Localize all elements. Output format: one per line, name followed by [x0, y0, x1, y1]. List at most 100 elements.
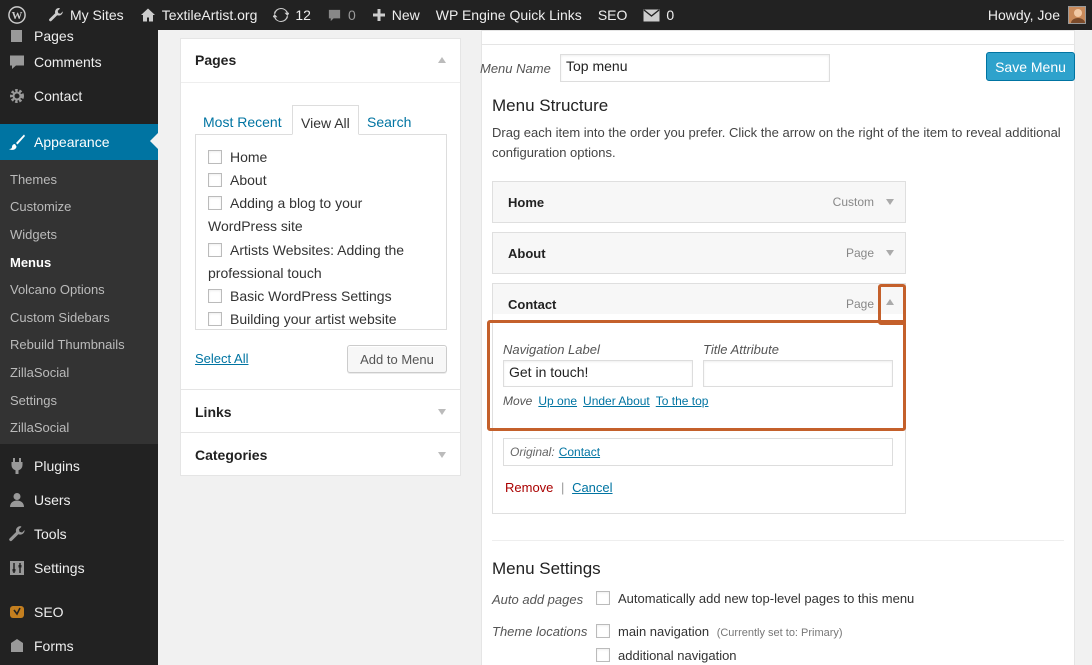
- admin-sidebar: Pages Comments Contact Appearance Themes…: [0, 27, 158, 665]
- sidebar-item-label: Appearance: [34, 134, 110, 150]
- remove-link[interactable]: Remove: [505, 480, 553, 495]
- submenu-item-widgets[interactable]: Widgets: [10, 227, 57, 242]
- menu-name-input[interactable]: Top menu: [560, 54, 830, 82]
- page-item-label: About: [230, 172, 267, 188]
- sidebar-item-label: Forms: [34, 638, 74, 654]
- submenu-item-custom-sidebars[interactable]: Custom Sidebars: [10, 310, 110, 325]
- submenu-item-rebuild-thumbnails[interactable]: Rebuild Thumbnails: [10, 337, 125, 352]
- tab-view-all[interactable]: View All: [292, 105, 359, 135]
- original-link[interactable]: Contact: [559, 445, 600, 459]
- save-menu-button[interactable]: Save Menu: [986, 52, 1075, 81]
- checkbox-about[interactable]: [208, 173, 222, 187]
- wordpress-logo[interactable]: W: [0, 0, 40, 30]
- updates-menu[interactable]: 12: [265, 0, 319, 30]
- updates-icon: [273, 8, 290, 22]
- list-item: Home: [208, 146, 433, 169]
- admin-bar: W My Sites TextileArtist.org 12 0 New WP…: [0, 0, 1092, 30]
- checkbox-building-your-artist-website[interactable]: [208, 312, 222, 326]
- expand-arrow-icon[interactable]: [438, 452, 446, 458]
- menu-item-about[interactable]: About Page: [492, 232, 906, 274]
- gear-icon: [10, 89, 24, 103]
- site-name-menu[interactable]: TextileArtist.org: [132, 0, 266, 30]
- expand-arrow-icon[interactable]: [438, 409, 446, 415]
- appearance-submenu: Themes Customize Widgets Menus Volcano O…: [0, 160, 158, 444]
- menu-name-label: Menu Name: [480, 61, 551, 76]
- annotation-highlight-fields: [487, 320, 906, 431]
- menu-item-home[interactable]: Home Custom: [492, 181, 906, 223]
- messages-menu[interactable]: 0: [635, 0, 682, 30]
- checkbox-basic-wordpress-settings[interactable]: [208, 289, 222, 303]
- sidebar-item-users[interactable]: Users: [0, 483, 158, 517]
- updates-count: 12: [295, 7, 311, 23]
- wp-engine-menu[interactable]: WP Engine Quick Links: [428, 0, 590, 30]
- pages-tabs: Most Recent View All Search: [195, 105, 447, 135]
- new-content-menu[interactable]: New: [364, 0, 428, 30]
- checkbox-adding-a-blog[interactable]: [208, 196, 222, 210]
- sidebar-item-forms[interactable]: Forms: [0, 629, 158, 663]
- add-to-menu-button[interactable]: Add to Menu: [347, 345, 447, 373]
- sidebar-item-label: Settings: [34, 560, 85, 576]
- submenu-item-customize[interactable]: Customize: [10, 199, 71, 214]
- submenu-item-themes[interactable]: Themes: [10, 172, 57, 187]
- sidebar-item-label: Contact: [34, 88, 83, 104]
- sidebar-item-tools[interactable]: Tools: [0, 517, 158, 551]
- sidebar-item-settings[interactable]: Settings: [0, 551, 158, 585]
- location-additional-option: additional navigation: [596, 648, 737, 663]
- comment-bubble-icon: [328, 9, 341, 21]
- messages-count: 0: [666, 7, 675, 23]
- plug-icon: [11, 458, 23, 474]
- sidebar-item-comments[interactable]: Comments: [0, 45, 158, 79]
- auto-add-checkbox[interactable]: [596, 591, 610, 605]
- tab-search[interactable]: Search: [359, 105, 419, 135]
- wrench-icon: [49, 8, 63, 22]
- sidebar-item-plugins[interactable]: Plugins: [0, 449, 158, 483]
- seo-plugin-icon: [10, 606, 24, 618]
- menu-item-type: Page: [845, 246, 874, 260]
- wrench-icon: [9, 526, 25, 542]
- collapse-arrow-icon[interactable]: [438, 57, 446, 63]
- menu-structure-title: Menu Structure: [492, 96, 609, 115]
- settings-sliders-icon: [10, 561, 24, 575]
- sidebar-item-label: Plugins: [34, 458, 80, 474]
- my-account-menu[interactable]: Howdy, Joe: [980, 0, 1092, 30]
- sidebar-item-contact[interactable]: Contact: [0, 79, 158, 113]
- cancel-link[interactable]: Cancel: [572, 480, 612, 495]
- checkbox-home[interactable]: [208, 150, 222, 164]
- submenu-item-menus[interactable]: Menus: [10, 255, 51, 270]
- menu-header-strip: [482, 31, 1074, 45]
- menu-editor-panel: Menu Name Top menu Save Menu Menu Struct…: [480, 30, 1075, 665]
- plus-icon: [372, 9, 385, 21]
- submenu-item-zillasocial-2[interactable]: ZillaSocial: [10, 420, 69, 435]
- links-metabox[interactable]: Links: [180, 389, 461, 433]
- submenu-item-zillasocial[interactable]: ZillaSocial: [10, 365, 69, 380]
- page-item-label: Artists Websites: Adding the professiona…: [208, 242, 405, 281]
- envelope-icon: [643, 8, 660, 21]
- list-item: Building your artist website: [208, 308, 433, 329]
- sidebar-item-appearance[interactable]: Appearance: [0, 124, 158, 160]
- categories-metabox-title: Categories: [195, 447, 268, 463]
- comments-count: 0: [347, 7, 356, 23]
- location-main-option: main navigation (Currently set to: Prima…: [596, 624, 843, 639]
- submenu-item-settings[interactable]: Settings: [10, 393, 57, 408]
- additional-navigation-checkbox[interactable]: [596, 648, 610, 662]
- submenu-item-volcano-options[interactable]: Volcano Options: [10, 282, 105, 297]
- wordpress-icon: W: [8, 6, 26, 24]
- page-item-label: Basic WordPress Settings: [230, 288, 392, 304]
- main-navigation-checkbox[interactable]: [596, 624, 610, 638]
- comments-menu[interactable]: 0: [319, 0, 364, 30]
- chevron-down-icon[interactable]: [886, 250, 894, 256]
- my-sites-menu[interactable]: My Sites: [40, 0, 132, 30]
- page-item-label: Building your artist website: [230, 311, 397, 327]
- tab-most-recent[interactable]: Most Recent: [195, 105, 290, 135]
- categories-metabox[interactable]: Categories: [180, 432, 461, 476]
- chevron-down-icon[interactable]: [886, 199, 894, 205]
- list-item: Basic WordPress Settings: [208, 285, 433, 308]
- wp-engine-label: WP Engine Quick Links: [435, 7, 582, 23]
- select-all-link[interactable]: Select All: [195, 351, 248, 366]
- forms-icon: [11, 639, 23, 652]
- divider: [492, 540, 1064, 541]
- sidebar-item-seo[interactable]: SEO: [0, 595, 158, 629]
- seo-menu[interactable]: SEO: [590, 0, 636, 30]
- item-actions: Remove | Cancel: [505, 480, 613, 495]
- checkbox-artists-websites[interactable]: [208, 243, 222, 257]
